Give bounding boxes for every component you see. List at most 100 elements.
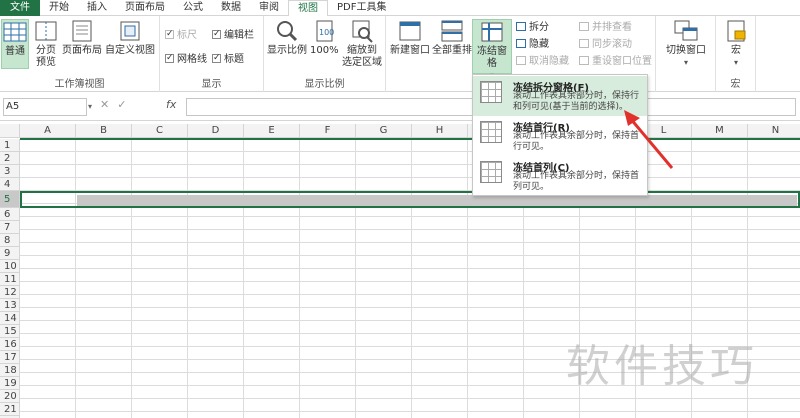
formula-buttons: ✕✓ <box>100 98 134 111</box>
arrange-all-icon <box>439 19 465 43</box>
tab-insert[interactable]: 插入 <box>78 0 116 16</box>
column-header[interactable]: F <box>300 124 356 138</box>
row-header[interactable]: 7 <box>0 221 20 234</box>
unhide-button[interactable]: 取消隐藏 <box>516 55 569 68</box>
ruler-check-box <box>165 28 174 41</box>
headings-check-box <box>212 52 221 65</box>
tab-data[interactable]: 数据 <box>212 0 250 16</box>
column-header[interactable]: H <box>412 124 468 138</box>
page-layout-view-button[interactable]: 页面布局 <box>62 19 102 57</box>
zoom-button[interactable]: 显示比例 <box>267 19 307 57</box>
sync-scroll-label: 同步滚动 <box>592 39 632 50</box>
column-header[interactable]: C <box>132 124 188 138</box>
split-button[interactable]: 拆分 <box>516 21 549 34</box>
row-header[interactable]: 3 <box>0 165 20 178</box>
custom-views-icon <box>117 19 143 43</box>
column-header[interactable]: M <box>692 124 748 138</box>
menu-freeze-first-column[interactable]: 冻结首列(C) 滚动工作表其余部分时，保持首列可见。 <box>473 156 647 196</box>
gridlines-label: 网格线 <box>177 54 207 65</box>
hide-button[interactable]: 隐藏 <box>516 38 549 51</box>
magnifier-icon <box>274 19 300 43</box>
page-break-icon <box>33 19 59 43</box>
tab-page-layout[interactable]: 页面布局 <box>116 0 174 16</box>
page-break-preview-button[interactable]: 分页 预览 <box>32 19 60 69</box>
formula-bar-label: 编辑栏 <box>224 30 254 41</box>
page-break-label: 分页 预览 <box>36 45 56 68</box>
group-macros: 宏 ▾ 宏 <box>716 16 756 92</box>
new-window-button[interactable]: 新建窗口 <box>389 19 431 57</box>
row-header[interactable]: 21 <box>0 403 20 416</box>
reset-position-button[interactable]: 重设窗口位置 <box>579 55 652 68</box>
tab-home[interactable]: 开始 <box>40 0 78 16</box>
row-header[interactable]: 14 <box>0 312 20 325</box>
tab-pdf-tools[interactable]: PDF工具集 <box>328 0 395 16</box>
ruler-checkbox[interactable]: 标尺 <box>165 28 197 42</box>
column-headers: ABCDEFGHIJKLMN <box>0 124 800 138</box>
cancel-icon[interactable]: ✕ <box>100 98 117 111</box>
row-header[interactable]: 16 <box>0 338 20 351</box>
hide-label: 隐藏 <box>529 39 549 50</box>
row-header[interactable]: 2 <box>0 152 20 165</box>
name-box[interactable]: A5 <box>3 98 87 116</box>
normal-view-button[interactable]: 普通 <box>1 19 29 69</box>
freeze-first-column-icon <box>480 161 502 183</box>
row-header[interactable]: 17 <box>0 351 20 364</box>
headings-label: 标题 <box>224 54 244 65</box>
tab-view[interactable]: 视图 <box>288 0 328 17</box>
formula-bar-checkbox[interactable]: 编辑栏 <box>212 28 254 42</box>
row-header[interactable]: 5 <box>0 191 20 208</box>
row-header[interactable]: 10 <box>0 260 20 273</box>
tab-formulas[interactable]: 公式 <box>174 0 212 16</box>
formula-bar-check-box <box>212 28 221 41</box>
row-header[interactable]: 11 <box>0 273 20 286</box>
column-header[interactable]: E <box>244 124 300 138</box>
row-header[interactable]: 1 <box>0 139 20 152</box>
row-header[interactable]: 6 <box>0 208 20 221</box>
zoom-label: 显示比例 <box>267 45 307 56</box>
row-header[interactable]: 20 <box>0 390 20 403</box>
macros-button[interactable]: 宏 ▾ <box>722 19 750 69</box>
name-box-dropdown-icon[interactable]: ▾ <box>88 102 92 111</box>
column-header[interactable]: G <box>356 124 412 138</box>
watermark-text: 软件技巧 <box>566 341 758 392</box>
enter-icon[interactable]: ✓ <box>117 98 134 111</box>
arrange-all-button[interactable]: 全部重排 <box>431 19 473 57</box>
menu-freeze-top-row[interactable]: 冻结首行(R) 滚动工作表其余部分时，保持首行可见。 <box>473 116 647 156</box>
column-header[interactable]: D <box>188 124 244 138</box>
zoom-to-selection-button[interactable]: 缩放到 选定区域 <box>342 19 382 69</box>
column-header[interactable]: B <box>76 124 132 138</box>
zoom-100-icon: 100 <box>311 19 337 43</box>
custom-views-button[interactable]: 自定义视图 <box>104 19 156 57</box>
insert-function-button[interactable]: fx <box>166 98 176 111</box>
row-header[interactable]: 4 <box>0 178 20 191</box>
group-label-show: 显示 <box>201 79 222 90</box>
switch-windows-icon <box>673 19 699 43</box>
freeze-panes-button[interactable]: 冻结窗格 ▾ <box>472 19 512 80</box>
unhide-label: 取消隐藏 <box>529 56 569 67</box>
tab-file[interactable]: 文件 <box>0 0 40 16</box>
headings-checkbox[interactable]: 标题 <box>212 52 244 66</box>
row-header[interactable]: 9 <box>0 247 20 260</box>
row-header[interactable]: 15 <box>0 325 20 338</box>
row-header[interactable]: 8 <box>0 234 20 247</box>
side-by-side-button[interactable]: 并排查看 <box>579 21 632 34</box>
tab-review[interactable]: 审阅 <box>250 0 288 16</box>
selection-highlight <box>77 195 797 206</box>
sync-scroll-button[interactable]: 同步滚动 <box>579 38 632 51</box>
row-header[interactable]: 18 <box>0 364 20 377</box>
group-label-macros: 宏 <box>730 79 741 90</box>
menu-freeze-panes[interactable]: 冻结拆分窗格(F) 滚动工作表其余部分时，保持行和列可见(基于当前的选择)。 <box>473 76 647 116</box>
switch-windows-button[interactable]: 切换窗口 ▾ <box>662 19 710 69</box>
select-all-corner[interactable] <box>0 124 20 138</box>
column-header[interactable]: A <box>20 124 76 138</box>
freeze-line-top <box>20 138 800 140</box>
row-header[interactable]: 13 <box>0 299 20 312</box>
macros-dropdown-caret-icon: ▾ <box>733 58 738 67</box>
gridlines-checkbox[interactable]: 网格线 <box>165 52 207 66</box>
zoom-100-button[interactable]: 100 100% <box>310 19 339 57</box>
row-header[interactable]: 12 <box>0 286 20 299</box>
freeze-panes-label: 冻结窗格 <box>477 46 507 69</box>
row-header[interactable]: 19 <box>0 377 20 390</box>
menu-item-desc: 滚动工作表其余部分时，保持行和列可见(基于当前的选择)。 <box>513 91 640 112</box>
column-header[interactable]: N <box>748 124 800 138</box>
